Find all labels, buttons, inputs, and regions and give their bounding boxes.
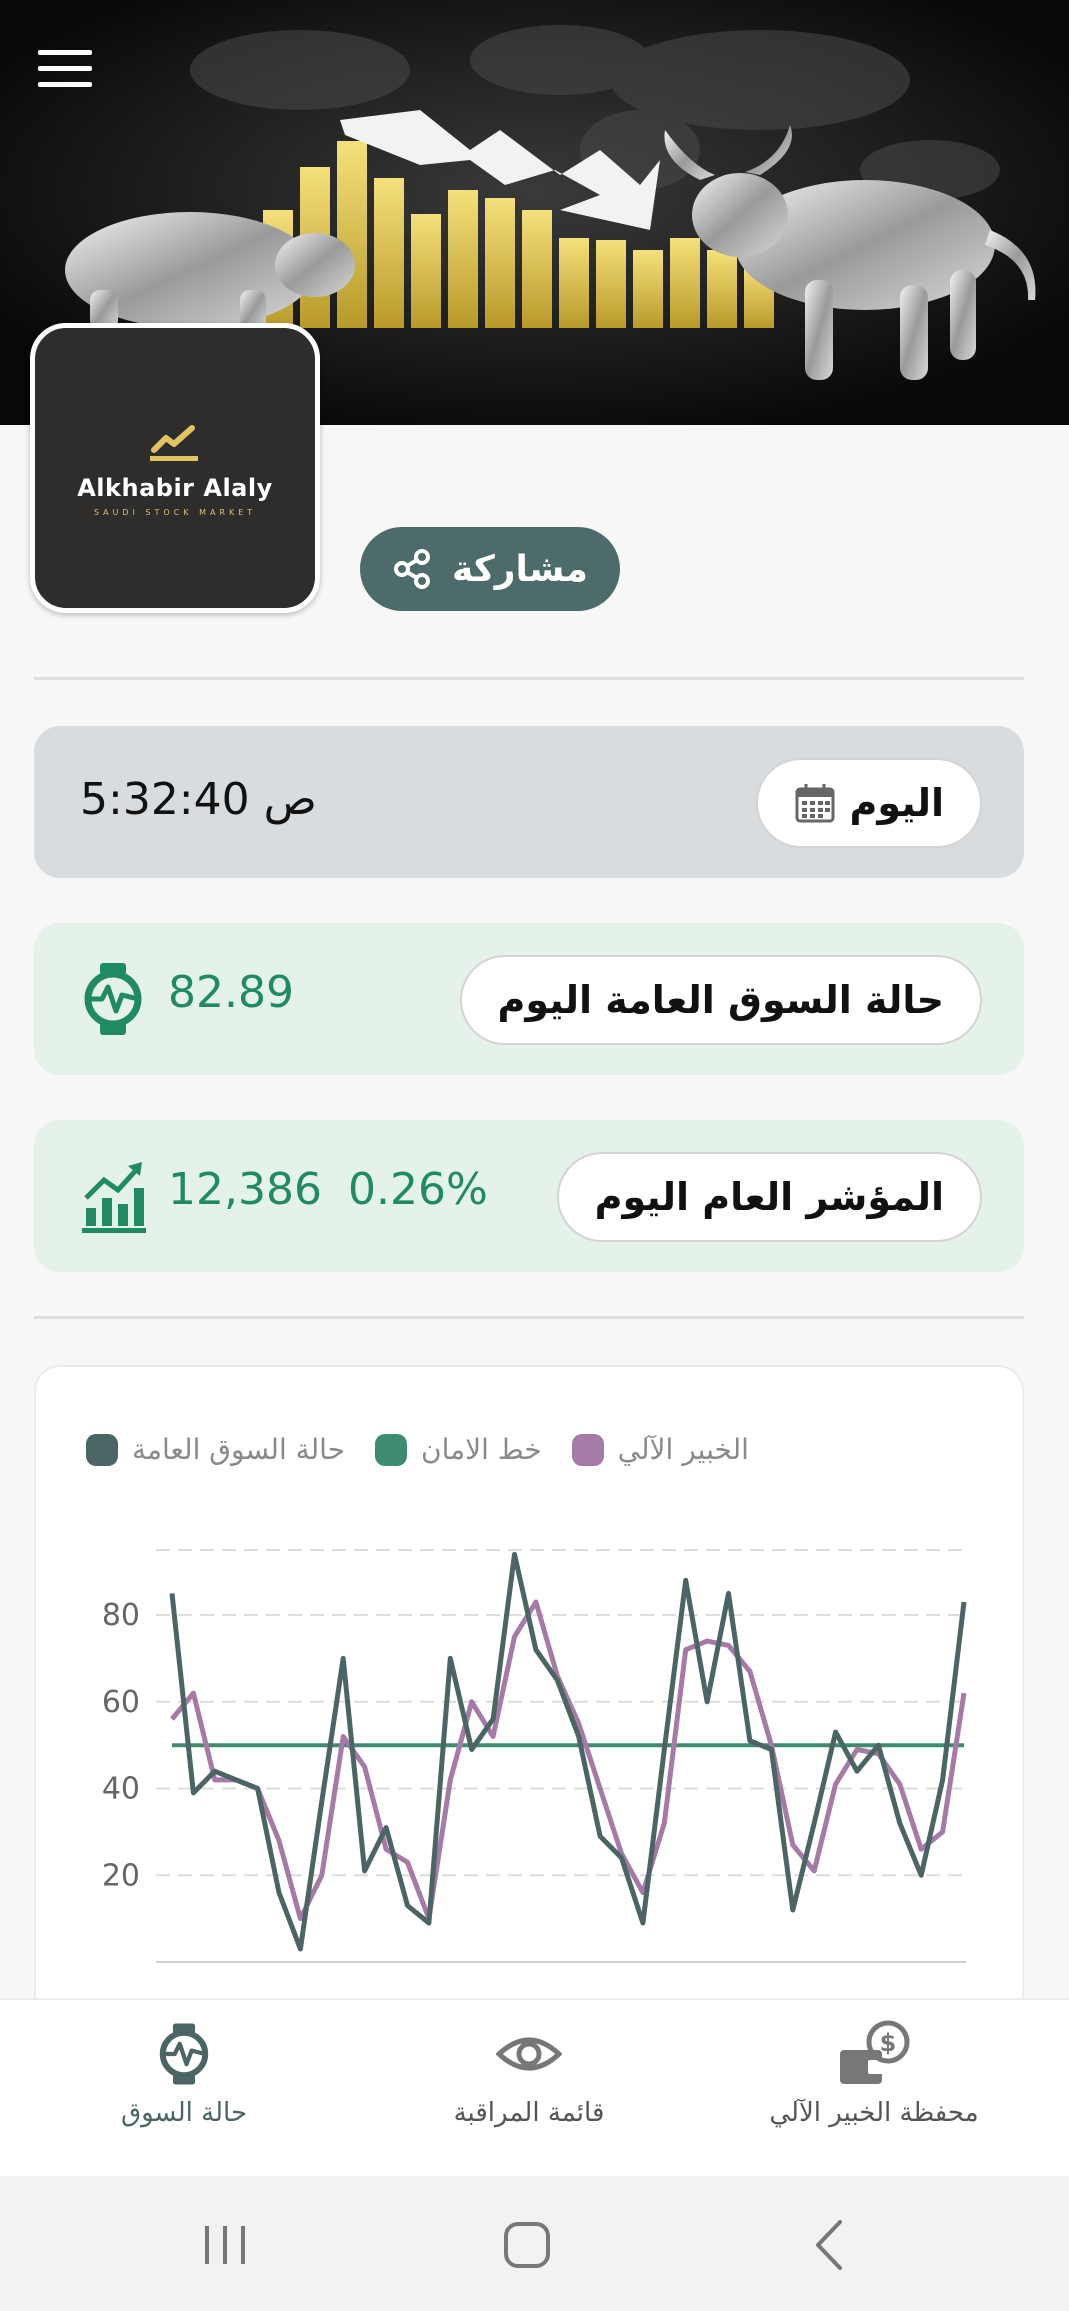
home-icon[interactable]	[487, 2212, 567, 2278]
market-status-card: 82.89 حالة السوق العامة اليوم	[34, 923, 1024, 1075]
index-value: 12,386	[168, 1164, 322, 1215]
time-value: 5:32:40	[80, 774, 250, 825]
divider	[34, 1316, 1024, 1319]
logo-brand-text: Alkhabir Alaly	[77, 473, 273, 502]
system-nav-bar	[0, 2176, 1069, 2311]
share-icon	[394, 549, 431, 589]
market-pulse-icon	[159, 2023, 209, 2085]
today-label: اليوم	[849, 781, 944, 825]
bottom-nav: حالة السوق قائمة المراقبة $ محفظة الخبير…	[0, 1998, 1069, 2176]
series-line-expert	[170, 1599, 967, 1922]
calendar-icon	[795, 784, 835, 823]
y-tick-label: 40	[102, 1772, 140, 1807]
nav-item-expert-portfolio[interactable]: $ محفظة الخبير الآلي	[724, 2020, 1024, 2128]
divider	[34, 677, 1024, 680]
nav-label: حالة السوق	[120, 2098, 248, 2128]
am-pm-label: ص	[263, 774, 317, 825]
market-pulse-icon	[84, 963, 142, 1035]
index-card: 12,386 0.26% المؤشر العام اليوم	[34, 1120, 1024, 1272]
svg-text:$: $	[880, 2029, 897, 2057]
time-card: 5:32:40 ص اليوم	[34, 726, 1024, 878]
trend-logo-icon	[150, 424, 198, 461]
eye-icon	[496, 2037, 562, 2071]
menu-button[interactable]	[38, 50, 92, 90]
bar-growth-icon	[82, 1162, 146, 1233]
nav-label: محفظة الخبير الآلي	[769, 2098, 979, 2128]
recents-icon[interactable]	[185, 2212, 265, 2278]
y-tick-label: 60	[102, 1685, 140, 1720]
index-label: المؤشر العام اليوم	[556, 1152, 982, 1242]
today-button[interactable]: اليوم	[755, 758, 982, 848]
app-screen: Alkhabir Alaly SAUDI STOCK MARKET مشاركة…	[0, 0, 1069, 2311]
current-time: 5:32:40 ص	[80, 774, 317, 825]
line-chart: 80 60 40 20	[102, 1549, 967, 1963]
y-tick-label: 20	[102, 1858, 140, 1893]
share-button[interactable]: مشاركة	[360, 527, 620, 611]
back-icon[interactable]	[790, 2212, 870, 2278]
hamburger-menu-icon	[38, 50, 92, 55]
chart-card: حالة السوق العامة خط الامان الخبير الآلي…	[34, 1365, 1024, 2065]
index-change: 0.26%	[348, 1164, 488, 1215]
y-tick-label: 80	[102, 1598, 140, 1633]
logo-tagline: SAUDI STOCK MARKET	[93, 507, 257, 517]
nav-item-market-status[interactable]: حالة السوق	[34, 2020, 334, 2128]
market-status-label: حالة السوق العامة اليوم	[459, 955, 982, 1045]
nav-item-watchlist[interactable]: قائمة المراقبة	[379, 2020, 679, 2128]
market-status-value: 82.89	[168, 967, 294, 1018]
nav-label: قائمة المراقبة	[453, 2098, 605, 2128]
app-logo: Alkhabir Alaly SAUDI STOCK MARKET	[30, 323, 320, 613]
share-label: مشاركة	[452, 548, 588, 590]
wallet-dollar-icon: $	[840, 2020, 910, 2084]
